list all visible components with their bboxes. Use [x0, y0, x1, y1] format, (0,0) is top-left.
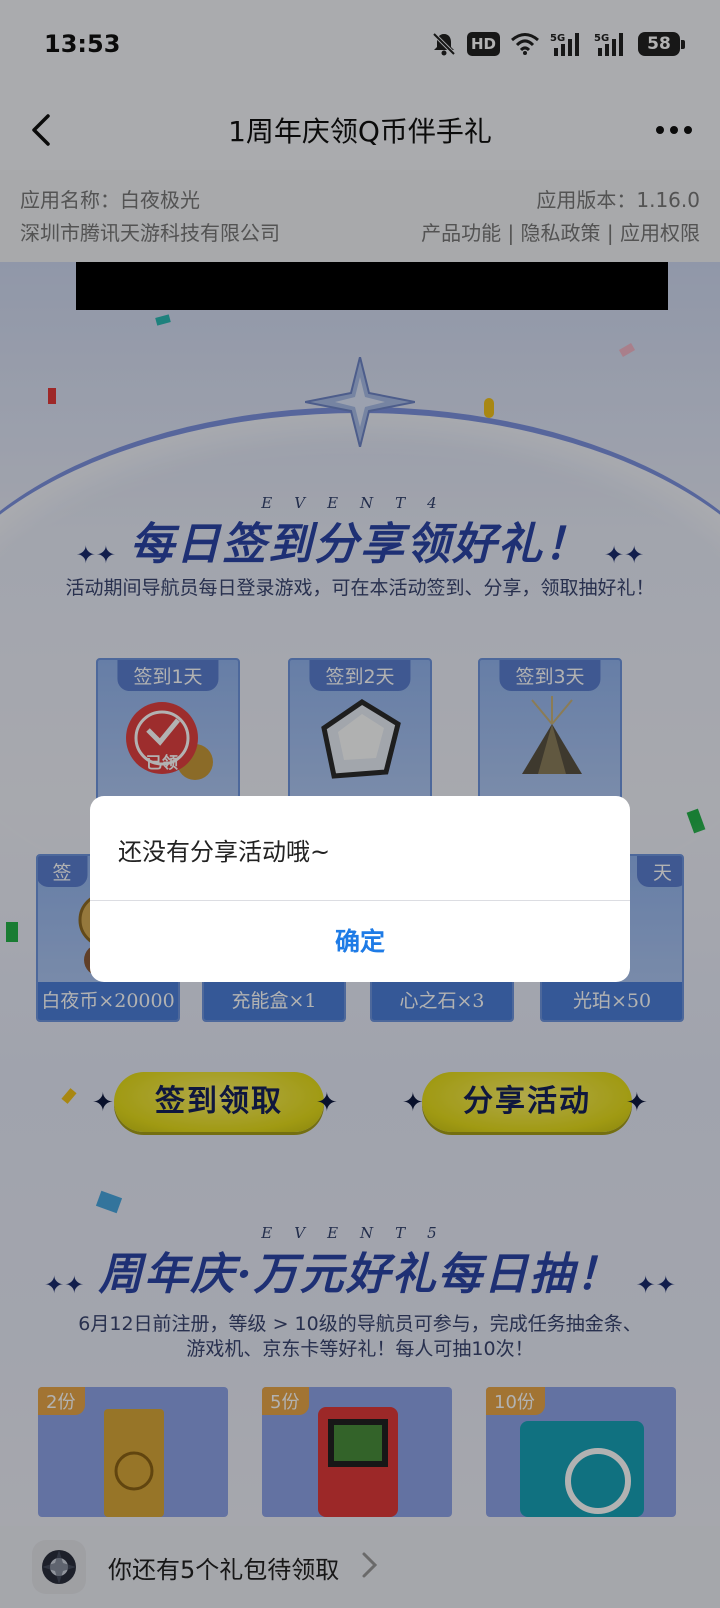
dialog-confirm-button[interactable]: 确定 [90, 901, 630, 982]
dialog-message: 还没有分享活动哦~ [118, 838, 331, 866]
alert-dialog: 还没有分享活动哦~ 确定 [90, 796, 630, 982]
